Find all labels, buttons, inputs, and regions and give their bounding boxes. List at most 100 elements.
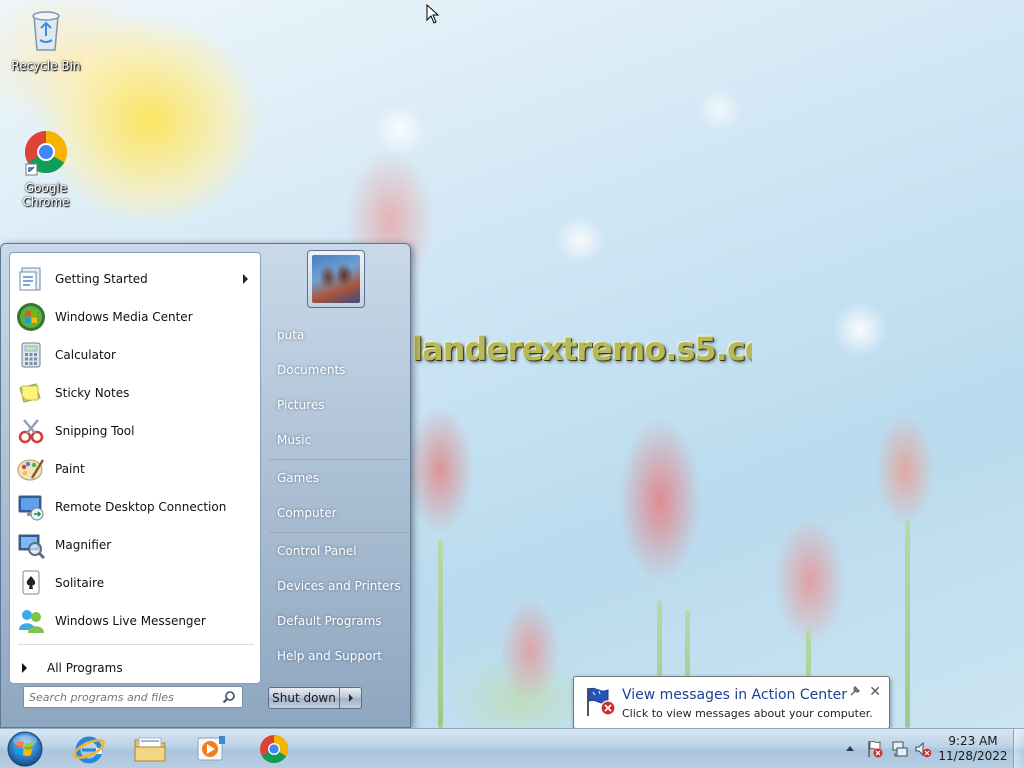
program-solitaire[interactable]: Solitaire [12, 565, 258, 601]
wallpaper-watermark: landerextremo.s5.com [412, 330, 752, 368]
windows-media-center-icon [14, 300, 48, 334]
shutdown-button[interactable]: Shut down [268, 687, 340, 709]
right-item-label: Documents [277, 363, 346, 377]
calculator-icon [14, 338, 48, 372]
right-item-label: Help and Support [277, 649, 382, 663]
right-item-label: Games [277, 471, 319, 485]
program-label: Calculator [55, 348, 116, 362]
right-pane-separator [269, 532, 407, 533]
program-getting-started[interactable]: Getting Started [12, 261, 258, 297]
internet-explorer-icon [73, 736, 105, 764]
getting-started-icon [14, 262, 48, 296]
show-desktop-button[interactable] [1013, 729, 1024, 768]
shutdown-options-button[interactable] [340, 687, 362, 709]
all-programs-arrow-icon [22, 663, 27, 673]
start-right-documents[interactable]: Documents [265, 355, 409, 385]
network-icon[interactable] [891, 739, 909, 759]
right-item-label: Default Programs [277, 614, 382, 628]
all-programs-label: All Programs [47, 661, 123, 675]
program-windows-live-messenger[interactable]: Windows Live Messenger [12, 603, 258, 639]
start-right-help-and-support[interactable]: Help and Support [265, 641, 409, 671]
action-center-notification[interactable]: View messages in Action Center Click to … [573, 676, 890, 729]
shutdown-label: Shut down [272, 691, 336, 705]
program-label: Getting Started [55, 272, 148, 286]
folder-icon [134, 737, 166, 762]
taskbar-google-chrome[interactable] [245, 731, 303, 767]
start-right-games[interactable]: Games [265, 463, 409, 493]
program-label: Snipping Tool [55, 424, 135, 438]
recycle-bin-icon [32, 11, 60, 51]
programs-divider [18, 644, 254, 645]
remote-desktop-icon [14, 490, 48, 524]
chrome-icon [260, 735, 289, 764]
taskbar: 9:23 AM 11/28/2022 [0, 728, 1024, 768]
program-calculator[interactable]: Calculator [12, 337, 258, 373]
action-center-tray-icon[interactable] [866, 739, 884, 759]
clock-date: 11/28/2022 [938, 749, 1008, 763]
start-search-box[interactable] [23, 686, 243, 708]
start-right-computer[interactable]: Computer [265, 498, 409, 528]
right-pane-separator [269, 459, 407, 460]
start-right-music[interactable]: Music [265, 425, 409, 455]
clock-time: 9:23 AM [948, 734, 998, 748]
right-item-label: Computer [277, 506, 337, 520]
program-label: Remote Desktop Connection [55, 500, 227, 514]
taskbar-windows-explorer[interactable] [121, 731, 179, 767]
start-right-devices-and-printers[interactable]: Devices and Printers [265, 571, 409, 601]
right-item-label: Devices and Printers [277, 579, 401, 593]
sticky-notes-icon [14, 376, 48, 410]
program-snipping-tool[interactable]: Snipping Tool [12, 413, 258, 449]
windows-logo-icon [7, 731, 43, 767]
program-label: Paint [55, 462, 85, 476]
action-center-flag-icon [587, 687, 616, 716]
submenu-arrow-icon [243, 274, 248, 284]
search-icon[interactable] [222, 690, 236, 704]
right-item-label: Music [277, 433, 312, 447]
notification-text: Click to view messages about your comput… [622, 707, 873, 720]
mouse-cursor-icon [426, 4, 440, 24]
all-programs-button[interactable]: All Programs [18, 656, 254, 680]
right-item-label: Pictures [277, 398, 325, 412]
desktop-icon-recycle-bin[interactable]: Recycle Bin [0, 6, 92, 73]
start-right-pictures[interactable]: Pictures [265, 390, 409, 420]
chrome-icon [24, 131, 68, 176]
program-magnifier[interactable]: Magnifier [12, 527, 258, 563]
taskbar-windows-media-player[interactable] [182, 731, 240, 767]
messenger-icon [14, 604, 48, 638]
program-label: Sticky Notes [55, 386, 130, 400]
desktop-icon-label: Google Chrome [22, 181, 70, 209]
right-item-label: puta [277, 328, 305, 342]
paint-icon [14, 452, 48, 486]
magnifier-icon [14, 528, 48, 562]
notification-close-button[interactable]: ✕ [869, 685, 881, 699]
start-right-control-panel[interactable]: Control Panel [265, 536, 409, 566]
start-right-default-programs[interactable]: Default Programs [265, 606, 409, 636]
program-label: Magnifier [55, 538, 112, 552]
program-sticky-notes[interactable]: Sticky Notes [12, 375, 258, 411]
shutdown-group: Shut down [268, 687, 362, 709]
media-player-icon [197, 736, 225, 761]
desktop-icon-google-chrome[interactable]: Google Chrome [0, 128, 92, 209]
start-menu: Getting Started Windows Media Center Cal… [0, 243, 411, 728]
start-menu-programs-list: Getting Started Windows Media Center Cal… [9, 252, 261, 684]
program-label: Windows Live Messenger [55, 614, 206, 628]
chevron-right-icon [348, 694, 353, 702]
right-item-label: Control Panel [277, 544, 357, 558]
start-button[interactable] [5, 730, 45, 768]
user-account-picture[interactable] [307, 250, 365, 308]
snipping-tool-icon [14, 414, 48, 448]
start-search-input[interactable] [29, 690, 219, 704]
wrench-icon[interactable] [849, 685, 861, 697]
taskbar-clock[interactable]: 9:23 AM 11/28/2022 [938, 734, 1008, 764]
show-hidden-icons-chevron-icon[interactable] [845, 744, 855, 752]
program-windows-media-center[interactable]: Windows Media Center [12, 299, 258, 335]
start-right-user-folder[interactable]: puta [265, 320, 409, 350]
volume-muted-icon[interactable] [914, 739, 932, 759]
program-label: Windows Media Center [55, 310, 193, 324]
desktop-icon-label: Recycle Bin [11, 59, 81, 73]
notification-title: View messages in Action Center [622, 687, 847, 703]
taskbar-internet-explorer[interactable] [60, 731, 118, 767]
user-photo [312, 255, 360, 303]
program-paint[interactable]: Paint [12, 451, 258, 487]
program-remote-desktop-connection[interactable]: Remote Desktop Connection [12, 489, 258, 525]
